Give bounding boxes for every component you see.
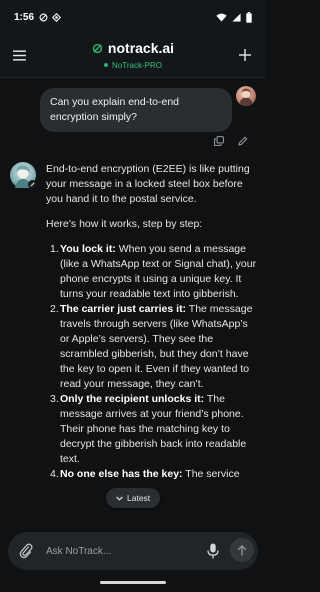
vpn-diamond-icon: [52, 12, 62, 22]
user-message-actions: [214, 136, 248, 146]
model-status-dot: [104, 63, 109, 67]
list-item: 1. You lock it: When you send a message (…: [50, 243, 257, 300]
list-item: 2. The carrier just carries it: The messa…: [50, 303, 253, 390]
microphone-icon: [207, 543, 219, 559]
list-item: 3. Only the recipient unlocks it: The mes…: [50, 393, 247, 465]
attach-button[interactable]: [18, 542, 36, 560]
chat-area[interactable]: Can you explain end-to-end encryption si…: [0, 78, 266, 526]
message-input[interactable]: [46, 542, 196, 560]
app-header: notrack.ai NoTrack-PRO: [0, 34, 266, 78]
user-message-bubble: Can you explain end-to-end encryption si…: [40, 88, 232, 132]
plus-icon: [239, 49, 251, 61]
home-indicator[interactable]: [100, 581, 166, 584]
steps-list: 1. You lock it: When you send a message (…: [46, 242, 258, 482]
avatar-image: [239, 88, 253, 106]
pencil-badge-icon: [30, 182, 35, 187]
assistant-intro: End-to-end encryption (E2EE) is like put…: [46, 163, 250, 205]
battery-icon: [246, 11, 252, 23]
user-avatar: [236, 86, 256, 106]
copy-icon[interactable]: [214, 136, 224, 146]
cellular-signal-icon: [232, 12, 241, 22]
paperclip-icon: [19, 543, 33, 559]
message-composer: [8, 532, 258, 570]
latest-label: Latest: [127, 493, 151, 503]
status-bar: 1:56: [0, 0, 266, 34]
user-message-text: Can you explain end-to-end encryption si…: [50, 96, 180, 123]
voice-input-button[interactable]: [206, 542, 224, 560]
wifi-icon: [216, 13, 227, 22]
header-title-block: notrack.ai NoTrack-PRO: [0, 40, 266, 70]
assistant-lead: Here’s how it works, step by step:: [46, 218, 203, 230]
assistant-message: End-to-end encryption (E2EE) is like put…: [46, 162, 258, 482]
data-saver-icon: [39, 13, 48, 21]
system-nav-bar: [0, 574, 266, 592]
no-track-logo-icon: [92, 43, 103, 53]
list-item: 4. No one else has the key: The service: [50, 468, 240, 480]
new-chat-button[interactable]: [236, 46, 254, 64]
chevron-down-icon: [116, 496, 123, 501]
app-title: notrack.ai: [107, 40, 175, 56]
model-name: NoTrack-PRO: [112, 60, 162, 70]
send-button[interactable]: [230, 538, 254, 562]
edit-pencil-icon[interactable]: [238, 136, 248, 146]
status-time: 1:56: [14, 11, 35, 23]
assistant-edit-badge: [28, 180, 37, 189]
scroll-to-latest-button[interactable]: Latest: [106, 488, 161, 508]
model-selector[interactable]: NoTrack-PRO: [0, 61, 266, 70]
arrow-up-icon: [237, 544, 247, 555]
